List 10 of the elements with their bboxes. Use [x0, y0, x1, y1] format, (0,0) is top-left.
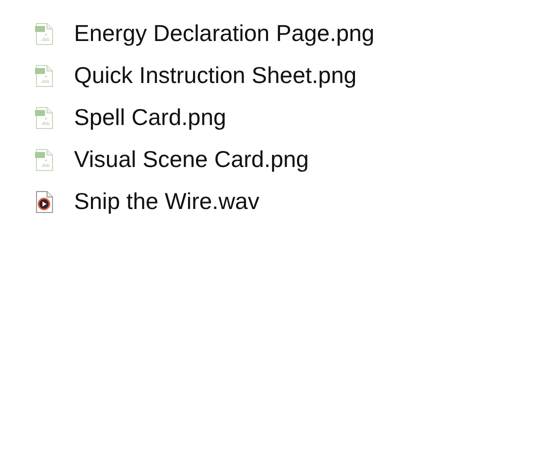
image-file-icon [35, 64, 53, 86]
file-name[interactable]: Quick Instruction Sheet.png [74, 64, 357, 87]
file-name[interactable]: Visual Scene Card.png [74, 148, 309, 171]
media-file-icon [35, 190, 53, 212]
image-file-icon [35, 148, 53, 170]
image-file-icon [35, 22, 53, 44]
file-name[interactable]: Energy Declaration Page.png [74, 22, 374, 45]
file-name[interactable]: Spell Card.png [74, 106, 226, 129]
file-name[interactable]: Snip the Wire.wav [74, 190, 260, 213]
image-file-icon [35, 106, 53, 128]
